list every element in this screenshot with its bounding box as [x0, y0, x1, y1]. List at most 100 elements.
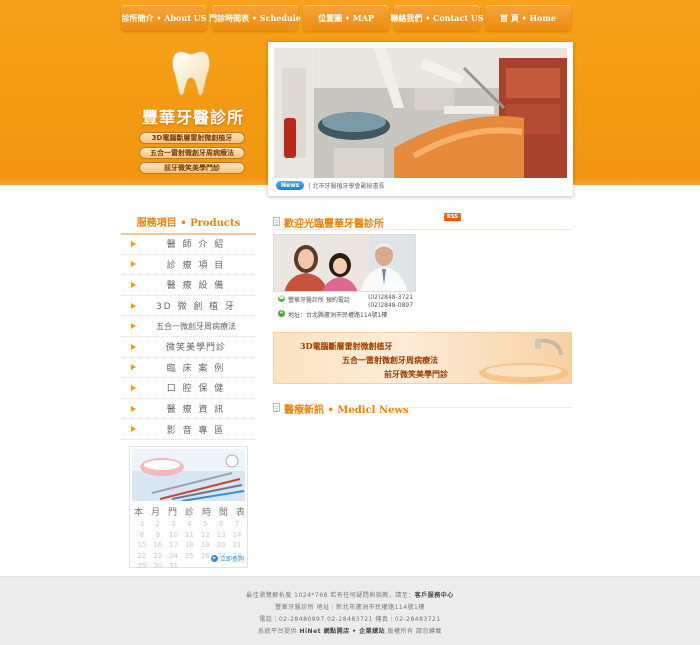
calendar-days: 1 2 3 4 5 6 7 8 9 10 11 12 13 14 15 16 17 18 19 20 21 22 23 24 2…: [134, 520, 245, 572]
service-periodontal-link[interactable]: 五合一雷射微創牙周病療法: [139, 147, 245, 159]
service-implant-link[interactable]: 3D電腦斷層雷射微創植牙: [139, 132, 245, 144]
calendar-header-char: 時: [201, 508, 211, 518]
calendar-day: 15: [137, 541, 147, 549]
page-icon: [273, 217, 280, 226]
sidebar-item-label: 口 腔 保 健: [166, 384, 226, 395]
sidebar-item-label: 3D 微 創 植 牙: [155, 302, 237, 313]
footer-line-4: 系統平台提供 HiNet 網點開店 • 企業總站 版權所有 請勿轉載: [0, 626, 700, 638]
faucet-illustration: [479, 338, 569, 383]
calendar-day: 3: [171, 520, 176, 528]
footer-line-2: 豐華牙醫診所 地址｜新北市蘆洲市民權路114號1樓: [275, 604, 425, 611]
sidebar-item-video[interactable]: 影 音 專 區: [121, 419, 256, 440]
address-text: 地址：台北縣蘆洲市民權路114號1樓: [288, 312, 388, 319]
calendar-day: 11: [185, 530, 194, 539]
calendar-day: 8: [139, 530, 145, 539]
calendar-day: 19: [200, 541, 210, 549]
footer-line-3: 電話｜02-28480897.02-28483721 傳真｜02-2848372…: [259, 616, 441, 623]
dental-tools-photo: [132, 449, 245, 501]
divider: [383, 407, 572, 408]
calendar-day: 20: [216, 541, 226, 549]
news-ticker-text[interactable]: ( 北市牙醫植牙學會副秘書長: [308, 181, 384, 190]
calendar-header-char: 月: [150, 508, 160, 518]
nav-home[interactable]: 首 頁 • Home: [485, 5, 571, 31]
news-title: 醫療新訊 • Medicl News: [284, 405, 409, 416]
sidebar-item-implant[interactable]: 3D 微 創 植 牙: [121, 296, 256, 317]
service-links: 3D電腦斷層雷射微創植牙 五合一雷射微創牙周病療法 前牙微笑美學門診: [139, 132, 245, 174]
calendar-day: 7: [234, 520, 240, 528]
calendar-day: 1: [139, 520, 145, 528]
calendar-header-char: 本: [134, 508, 144, 518]
dental-office-photo: [274, 48, 567, 178]
calendar-header-char: 診: [184, 508, 194, 518]
booking-label: 豐華牙醫診所 預約電話: [288, 297, 350, 304]
calendar-day: 22: [137, 551, 147, 560]
calendar-day: 16: [153, 541, 163, 549]
calendar-query-link[interactable]: ▸ 立即查詢: [210, 554, 244, 563]
phone-1: (02)2848-3721: [368, 294, 414, 301]
banner-line-3: 前牙微笑美學門診: [384, 369, 448, 379]
calendar-day: 13: [216, 530, 226, 539]
footer-text: 最佳瀏覽解析度 1024*768 若有任何疑問與指教，請至：客戶服務中心 豐華牙…: [0, 590, 700, 638]
calendar-day: 2: [155, 520, 160, 528]
news-badge: News: [276, 181, 305, 190]
clinic-name: 豐華牙醫診所: [141, 108, 244, 127]
calendar-header-char: 門: [167, 508, 177, 518]
sidebar-item-periodontal[interactable]: 五合一微創牙周病療法: [121, 316, 256, 337]
sidebar-item-label: 醫 師 介 紹: [166, 240, 226, 251]
sidebar-item-aesthetic[interactable]: 微笑美學門診: [121, 337, 256, 358]
news-ticker: News ( 北市牙醫植牙學會副秘書長: [276, 181, 384, 190]
services-banner[interactable]: 3D電腦斷層雷射微創植牙 五合一雷射微創牙周病療法 前牙微笑美學門診: [273, 332, 572, 384]
nav-schedule[interactable]: 門診時間表 • Schedule: [209, 5, 301, 31]
family-photo: 院長照片: [273, 234, 416, 292]
photo-caption: 院長照片: [386, 284, 407, 290]
calendar-day: 5: [203, 520, 208, 528]
calendar-day: 29: [137, 562, 147, 570]
footer: 最佳瀏覽解析度 1024*768 若有任何疑問與指教，請至：客戶服務中心 豐華牙…: [0, 576, 700, 645]
nav-map[interactable]: 位置圖 • MAP: [303, 5, 389, 31]
calendar-day: 23: [153, 551, 163, 560]
banner-line-1: 3D電腦斷層雷射微創植牙: [300, 341, 393, 351]
sidebar-item-label: 醫 療 設 備: [166, 281, 226, 292]
banner-line-2: 五合一雷射微創牙周病療法: [342, 355, 438, 365]
rss-button[interactable]: RSS: [444, 213, 461, 221]
calendar-day: 24: [169, 551, 179, 560]
address-icon: A: [278, 310, 285, 317]
footer-line-1: 最佳瀏覽解析度 1024*768 若有任何疑問與指教，請至：客戶服務中心: [0, 590, 700, 602]
phone-numbers: (02)2848-3721 (02)2848-0897: [368, 294, 413, 310]
sidebar-item-cases[interactable]: 臨 床 案 例: [121, 358, 256, 379]
nav-about[interactable]: 診所簡介 • About US: [121, 5, 207, 31]
sidebar-item-label: 醫 療 資 訊: [166, 405, 226, 416]
calendar-day: 18: [185, 541, 194, 549]
sidebar-item-label: 診 療 項 目: [166, 260, 226, 271]
tooth-logo-icon: [171, 50, 211, 96]
sidebar-item-info[interactable]: 醫 療 資 訊: [121, 399, 256, 420]
sidebar-item-treatments[interactable]: 診 療 項 目: [121, 255, 256, 276]
calendar-day: 14: [232, 530, 242, 539]
calendar-query-label: 立即查詢: [219, 556, 244, 563]
calendar-day: 17: [169, 541, 179, 549]
service-aesthetic-link[interactable]: 前牙微笑美學門診: [139, 162, 245, 174]
schedule-calendar: 本 月 門 診 時 間 表 1 2 3 4 5 6 7 8 9 10 11 12 13 14 15 16 17 1…: [129, 446, 248, 570]
calendar-day: 9: [155, 530, 160, 539]
calendar-day: 4: [187, 520, 192, 528]
sidebar-item-label: 微笑美學門診: [165, 343, 226, 354]
sidebar-item-doctors[interactable]: 醫 師 介 紹: [121, 234, 256, 255]
calendar-header-char: 表: [235, 508, 245, 518]
address-row: A 地址：台北縣蘆洲市民權路114號1樓: [278, 310, 387, 319]
customer-service-link[interactable]: 客戶服務中心: [415, 592, 454, 599]
sidebar-item-label: 臨 床 案 例: [166, 363, 226, 374]
calendar-day: 10: [169, 530, 179, 539]
calendar-day: 25: [185, 551, 194, 560]
sidebar-item-label: 五合一微創牙周病療法: [156, 321, 236, 331]
sidebar-item-oral-care[interactable]: 口 腔 保 健: [121, 378, 256, 399]
page-icon: [273, 403, 280, 412]
hinet-link[interactable]: HiNet 網點開店 • 企業總站: [299, 628, 385, 635]
nav-contact[interactable]: 聯絡我們 • Contact US: [390, 5, 484, 31]
top-nav: 診所簡介 • About US 門診時間表 • Schedule 位置圖 • M…: [121, 5, 571, 31]
calendar-header: 本 月 門 診 時 間 表: [134, 505, 245, 518]
sidebar-item-equipment[interactable]: 醫 療 設 備: [121, 275, 256, 296]
phone-2: (02)2848-0897: [368, 302, 414, 309]
calendar-day: 6: [218, 520, 224, 528]
calendar-day: 31: [169, 562, 179, 570]
divider: [273, 229, 572, 230]
